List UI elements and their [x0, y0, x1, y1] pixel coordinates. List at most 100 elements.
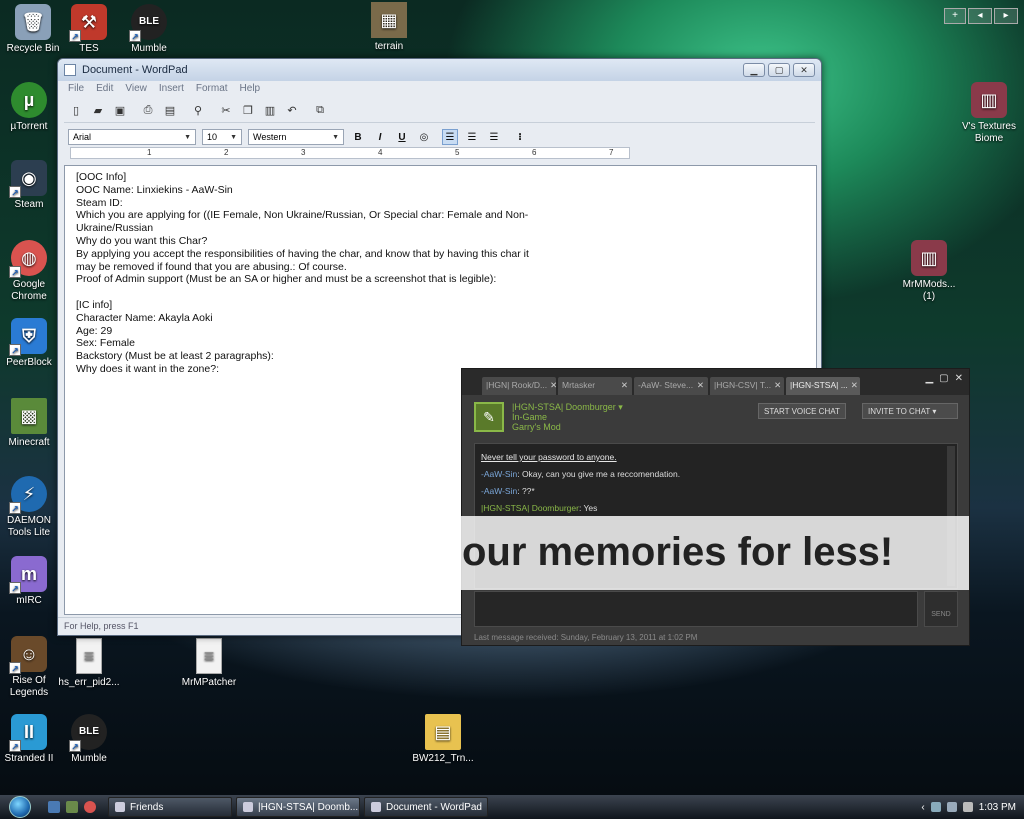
- save-icon[interactable]: ▣: [112, 103, 128, 119]
- text-file-icon: ≡: [76, 638, 102, 674]
- gadget-next-button[interactable]: ▸: [994, 8, 1018, 24]
- taskbar: Friends |HGN-STSA| Doomb... Document - W…: [0, 795, 1024, 819]
- print-icon[interactable]: ⎙: [140, 103, 156, 119]
- folder-icon: ▤: [425, 714, 461, 750]
- close-icon[interactable]: ✕: [774, 380, 781, 392]
- desktop-icon-peerblock[interactable]: ⛨ ↗ PeerBlock: [0, 318, 62, 369]
- italic-icon[interactable]: I: [372, 129, 388, 145]
- close-button[interactable]: ✕: [793, 63, 815, 77]
- doc-line: [76, 286, 805, 299]
- desktop-icon-mrmmods[interactable]: ▥ MrMMods... (1): [896, 240, 962, 303]
- start-button[interactable]: [0, 795, 40, 819]
- script-select[interactable]: Western ▼: [248, 129, 344, 145]
- open-folder-icon[interactable]: ▰: [90, 103, 106, 119]
- invite-to-chat-button[interactable]: INVITE TO CHAT ▾: [862, 403, 958, 419]
- desktop-icon-minecraft[interactable]: ▩ Minecraft: [0, 398, 62, 449]
- switch-windows-icon[interactable]: [66, 801, 78, 813]
- chat-tab[interactable]: -AaW- Steve... ✕: [634, 377, 708, 395]
- copy-icon[interactable]: ❐: [240, 103, 256, 119]
- desktop-icon-mirc[interactable]: m ↗ mIRC: [0, 556, 62, 607]
- cut-icon[interactable]: ✂: [218, 103, 234, 119]
- clock[interactable]: 1:03 PM: [979, 802, 1016, 813]
- taskbar-item-friends[interactable]: Friends: [108, 797, 232, 817]
- align-left-icon[interactable]: ☰: [442, 129, 458, 145]
- minimize-icon[interactable]: ▁: [925, 373, 933, 384]
- undo-icon[interactable]: ↶: [284, 103, 300, 119]
- desktop-icon-rise-of-legends[interactable]: ☺ ↗ Rise Of Legends: [0, 636, 62, 699]
- friend-status: In-Game: [512, 412, 548, 422]
- mumble-icon: BLE ↗: [129, 4, 167, 42]
- desktop-icon-daemon-tools[interactable]: ⚡ ↗ DAEMON Tools Lite: [0, 476, 62, 539]
- desktop-icon-tes[interactable]: ⚒ ↗ TES: [56, 4, 122, 55]
- chevron-down-icon[interactable]: ▾: [618, 402, 623, 412]
- new-icon[interactable]: ▯: [68, 103, 84, 119]
- desktop-icon-chrome[interactable]: ◍ ↗ Google Chrome: [0, 240, 62, 303]
- taskbar-item-wordpad[interactable]: Document - WordPad: [364, 797, 488, 817]
- desktop-icon-bw212-folder[interactable]: ▤ BW212_Trn...: [410, 714, 476, 765]
- start-voice-chat-button[interactable]: START VOICE CHAT: [758, 403, 846, 419]
- network-icon[interactable]: [946, 802, 957, 812]
- align-right-icon[interactable]: ☰: [486, 129, 502, 145]
- chat-tab-active[interactable]: |HGN-STSA| ... ✕: [786, 377, 860, 395]
- desktop-icon-vs-textures[interactable]: ▥ V's Textures Biome: [956, 82, 1022, 145]
- close-icon[interactable]: ✕: [955, 373, 963, 384]
- desktop-icon-steam[interactable]: ◉ ↗ Steam: [0, 160, 62, 211]
- chat-tab[interactable]: Mrtasker ✕: [558, 377, 632, 395]
- steam-chat-window: |HGN| Rook/D... ✕ Mrtasker ✕ -AaW- Steve..…: [461, 368, 970, 646]
- menu-file[interactable]: File: [68, 83, 84, 95]
- close-icon[interactable]: ✕: [621, 380, 628, 392]
- doc-line: By applying you accept the responsibilit…: [76, 247, 529, 260]
- chevron-down-icon: ▼: [230, 133, 237, 141]
- wordpad-title-bar[interactable]: Document - WordPad ▁ ▢ ✕: [58, 59, 821, 81]
- friend-name[interactable]: |HGN-STSA| Doomburger: [512, 402, 616, 412]
- maximize-icon[interactable]: ▢: [939, 373, 948, 384]
- menu-insert[interactable]: Insert: [159, 83, 184, 95]
- doc-line: Backstory (Must be at least 2 paragraphs…: [76, 350, 274, 363]
- bullets-icon[interactable]: ⁝: [512, 129, 528, 145]
- print-preview-icon[interactable]: ▤: [162, 103, 178, 119]
- desktop-icon-terrain[interactable]: ▦ terrain: [356, 2, 422, 53]
- send-button[interactable]: SEND: [924, 591, 958, 627]
- desktop-icon-utorrent[interactable]: µ µTorrent: [0, 82, 62, 133]
- menu-format[interactable]: Format: [196, 83, 228, 95]
- winrar-archive-icon: ▥: [911, 240, 947, 276]
- close-icon[interactable]: ✕: [550, 380, 556, 392]
- desktop-icon-hs-err-file[interactable]: ≡ hs_err_pid2...: [56, 638, 122, 689]
- desktop-icon-stranded-ii[interactable]: II ↗ Stranded II: [0, 714, 62, 765]
- ruler[interactable]: 1 2 3 4 5 6 7: [70, 147, 630, 159]
- minimize-button[interactable]: ▁: [743, 63, 765, 77]
- align-center-icon[interactable]: ☰: [464, 129, 480, 145]
- chat-tab[interactable]: |HGN-CSV| T... ✕: [710, 377, 784, 395]
- windows-orb-icon: [9, 796, 31, 818]
- paste-icon[interactable]: ▥: [262, 103, 278, 119]
- close-icon[interactable]: ✕: [851, 380, 858, 392]
- menu-edit[interactable]: Edit: [96, 83, 113, 95]
- steam-tray-icon[interactable]: [930, 802, 941, 812]
- gadget-add-button[interactable]: +: [944, 8, 966, 24]
- taskbar-item-chat[interactable]: |HGN-STSA| Doomb...: [236, 797, 360, 817]
- desktop-icon-mrmpatcher[interactable]: ≡ MrMPatcher: [176, 638, 242, 689]
- friend-avatar[interactable]: ✎: [474, 402, 504, 432]
- chat-tab[interactable]: |HGN| Rook/D... ✕: [482, 377, 556, 395]
- insert-object-icon[interactable]: ⧉: [312, 103, 328, 119]
- font-size-select[interactable]: 10 ▼: [202, 129, 242, 145]
- bold-icon[interactable]: B: [350, 129, 366, 145]
- show-desktop-icon[interactable]: [48, 801, 60, 813]
- doc-line: Age: 29: [76, 324, 113, 337]
- maximize-button[interactable]: ▢: [768, 63, 790, 77]
- gadget-prev-button[interactable]: ◂: [968, 8, 992, 24]
- chrome-icon[interactable]: [84, 801, 96, 813]
- winrar-archive-icon: ▥: [971, 82, 1007, 118]
- chat-message-input[interactable]: [474, 591, 918, 627]
- desktop-icon-mumble[interactable]: BLE ↗ Mumble: [116, 4, 182, 55]
- desktop-icon-mumble-2[interactable]: BLE ↗ Mumble: [56, 714, 122, 765]
- close-icon[interactable]: ✕: [697, 380, 704, 392]
- volume-icon[interactable]: [962, 802, 973, 812]
- underline-icon[interactable]: U: [394, 129, 410, 145]
- find-binoculars-icon[interactable]: ⚲: [190, 103, 206, 119]
- menu-view[interactable]: View: [125, 83, 147, 95]
- color-icon[interactable]: ◎: [416, 129, 432, 145]
- menu-help[interactable]: Help: [240, 83, 261, 95]
- font-name-select[interactable]: Arial ▼: [68, 129, 196, 145]
- tray-expand-icon[interactable]: ‹: [921, 802, 924, 813]
